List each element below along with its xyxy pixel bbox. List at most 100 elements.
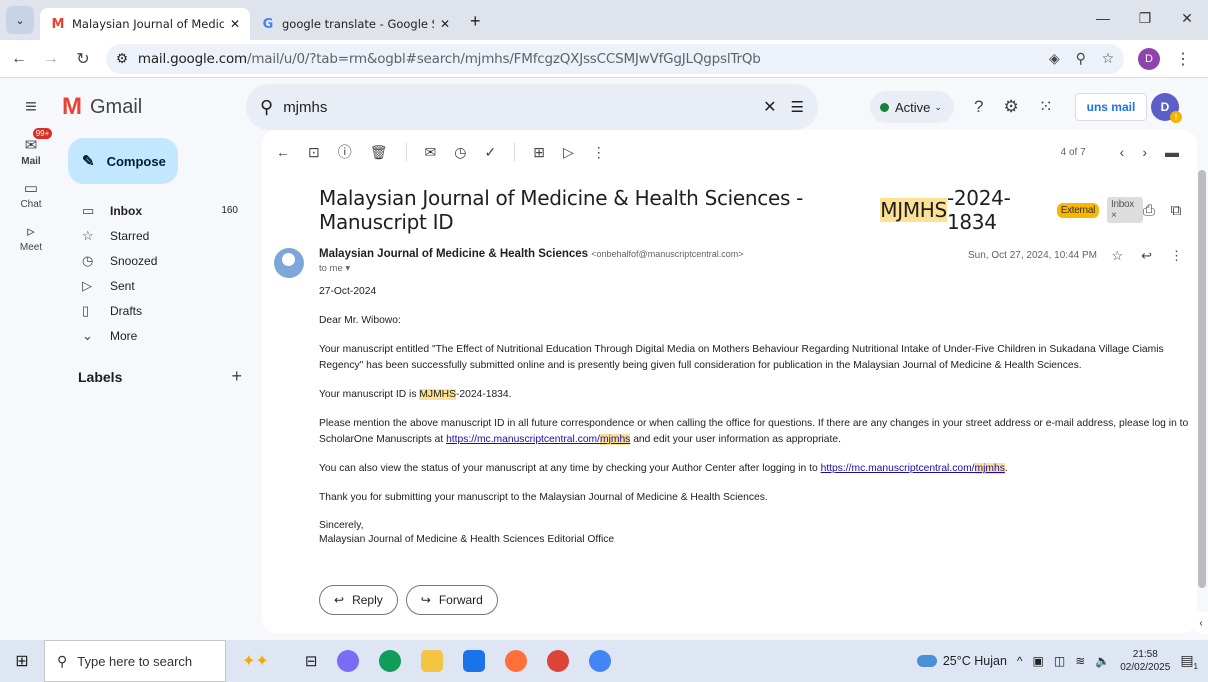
add-label-button[interactable]: + [231,366,242,387]
tray-overflow-icon[interactable]: ^ [1017,654,1023,668]
mark-unread-icon[interactable]: ✉ [425,144,437,161]
battery-icon[interactable]: ▣ [1033,654,1044,668]
scrollbar[interactable] [1198,170,1206,588]
labels-section: Labels + [62,366,258,387]
move-to-icon[interactable]: ⊞ [533,144,545,161]
apps-grid-icon[interactable]: ⁙ [1039,97,1053,117]
sender-email: <onbehalfof@manuscriptcentral.com> [591,249,744,259]
body-text: . [1004,463,1008,474]
sidebar-item-more[interactable]: ⌄ More [62,323,258,348]
star-icon[interactable]: ☆ [1111,248,1123,264]
restore-icon[interactable]: ❐ [1124,0,1166,36]
weather-widget[interactable]: 25°C Hujan [916,654,1007,668]
sidebar-item-sent[interactable]: ▷ Sent [62,273,258,298]
wifi-icon[interactable]: ≋ [1075,654,1085,668]
report-spam-icon[interactable]: ⓘ [338,142,352,162]
tab-search-button[interactable]: ⌄ [6,6,34,34]
clock-time: 21:58 [1132,649,1158,660]
search-icon[interactable]: ⚲ [260,97,273,118]
forward-icon[interactable]: → [38,50,64,68]
sender-avatar[interactable] [274,248,304,278]
taskbar-search[interactable]: ⚲ Type here to search [44,640,226,682]
scholarone-link[interactable]: https://mc.manuscriptcentral.com/mjmhs [446,434,631,445]
open-new-window-icon[interactable]: ⧉ [1171,201,1182,219]
status-selector[interactable]: Active ⌄ [870,91,954,123]
archive-icon[interactable]: ⊡ [308,144,320,161]
delete-icon[interactable]: 🗑 [370,144,388,161]
pencil-icon: ✎ [82,153,95,170]
message-body: 27-Oct-2024 Dear Mr. Wibowo: Your manusc… [319,284,1189,547]
account-avatar[interactable]: D! [1150,93,1182,123]
more-icon[interactable]: ⋮ [592,144,606,161]
sidebar-item-inbox[interactable]: ▭ Inbox 160 [62,198,258,223]
compose-button[interactable]: ✎ Compose [68,138,178,184]
notification-icon[interactable]: ▤1 [1180,652,1198,671]
chevron-down-icon: ⌄ [82,327,93,343]
reply-icon[interactable]: ↩ [1141,248,1152,264]
org-logo[interactable]: uns mail [1074,93,1147,121]
site-info-icon[interactable]: ⚙ [116,51,128,67]
close-icon[interactable]: ✕ [440,17,450,31]
settings-gear-icon[interactable]: ⚙ [1003,97,1018,117]
input-tools-icon[interactable]: ▬ [1165,144,1179,160]
snooze-icon[interactable]: ◷ [454,144,466,161]
recipient-toggle[interactable]: to me ▾ [319,263,743,274]
inbox-label-tag[interactable]: Inbox × [1107,197,1143,223]
rail-mail[interactable]: ✉ 99+ Mail [0,128,62,167]
close-window-icon[interactable]: ✕ [1166,0,1208,36]
label-icon[interactable]: ▷ [563,144,574,161]
gmail-logo[interactable]: M Gmail [62,93,246,121]
volume-icon[interactable]: 🔈 [1095,654,1110,668]
mail-icon: ✉ 99+ [25,128,53,154]
pager-count: 4 of 7 [1060,146,1086,158]
clock[interactable]: 21:58 02/02/2025 [1120,648,1170,674]
sender-name[interactable]: Malaysian Journal of Medicine & Health S… [319,248,588,260]
search-bar[interactable]: ⚲ mjmhs ✕ ☰ [246,84,818,130]
zoom-icon[interactable]: ⚲ [1076,51,1086,67]
copilot-app-icon[interactable] [337,650,360,672]
main-menu-icon[interactable]: ≡ [0,96,62,119]
chrome-icon[interactable] [547,650,570,672]
older-icon[interactable]: › [1142,144,1147,160]
bookmark-star-icon[interactable]: ☆ [1102,51,1115,67]
back-icon[interactable]: ← [6,50,32,68]
browser-profile-avatar[interactable]: D [1138,47,1160,70]
sidebar-item-starred[interactable]: ☆ Starred [62,223,258,248]
author-center-link[interactable]: https://mc.manuscriptcentral.com/mjmhs [821,463,1005,474]
chrome-profile-icon[interactable] [589,650,612,672]
copilot-sparkle-icon[interactable]: ✦✦ [242,651,269,671]
windows-start-icon[interactable]: ⊞ [0,651,44,671]
side-panel-toggle-icon[interactable]: ‹ [1194,612,1208,634]
sidebar-item-snoozed[interactable]: ◷ Snoozed [62,248,258,273]
minimize-icon[interactable]: — [1082,0,1124,36]
network-icon[interactable]: ◫ [1054,654,1065,668]
newer-icon[interactable]: ‹ [1120,144,1125,160]
browser-menu-icon[interactable]: ⋮ [1170,49,1196,69]
task-view-icon[interactable]: ⊟ [305,652,318,670]
search-input[interactable]: mjmhs [283,99,749,116]
back-to-list-icon[interactable]: ← [276,144,290,160]
help-icon[interactable]: ? [974,97,983,117]
mail-app-icon[interactable] [463,650,486,672]
rail-meet[interactable]: ▹ Meet [0,222,62,253]
new-tab-button[interactable]: + [470,11,481,32]
edge-browser-icon[interactable] [379,650,402,672]
search-options-icon[interactable]: ☰ [791,98,804,116]
url-path: /mail/u/0/?tab=rm&ogbl#search/mjmhs/FMfc… [246,50,761,67]
forward-button[interactable]: ↪ Forward [405,585,498,615]
tab-google-search[interactable]: G google translate - Google Searc ✕ [250,8,460,40]
file-explorer-icon[interactable] [421,650,444,672]
print-icon[interactable]: ⎙ [1143,201,1155,219]
more-options-icon[interactable]: ⋮ [1170,248,1183,264]
url-bar[interactable]: ⚙ mail.google.com/mail/u/0/?tab=rm&ogbl#… [106,43,1124,74]
clear-search-icon[interactable]: ✕ [763,97,776,117]
firefox-icon[interactable] [505,650,528,672]
install-app-icon[interactable]: ◈ [1049,51,1060,67]
sidebar-item-drafts[interactable]: ▯ Drafts [62,298,258,323]
reload-icon[interactable]: ↻ [70,49,96,69]
reply-button[interactable]: ↩ Reply [319,585,398,615]
tab-gmail[interactable]: M Malaysian Journal of Medicine ( ✕ [40,8,250,40]
close-icon[interactable]: ✕ [230,17,240,31]
add-task-icon[interactable]: ✓ [484,144,496,161]
rail-chat[interactable]: ▭ Chat [0,179,62,210]
